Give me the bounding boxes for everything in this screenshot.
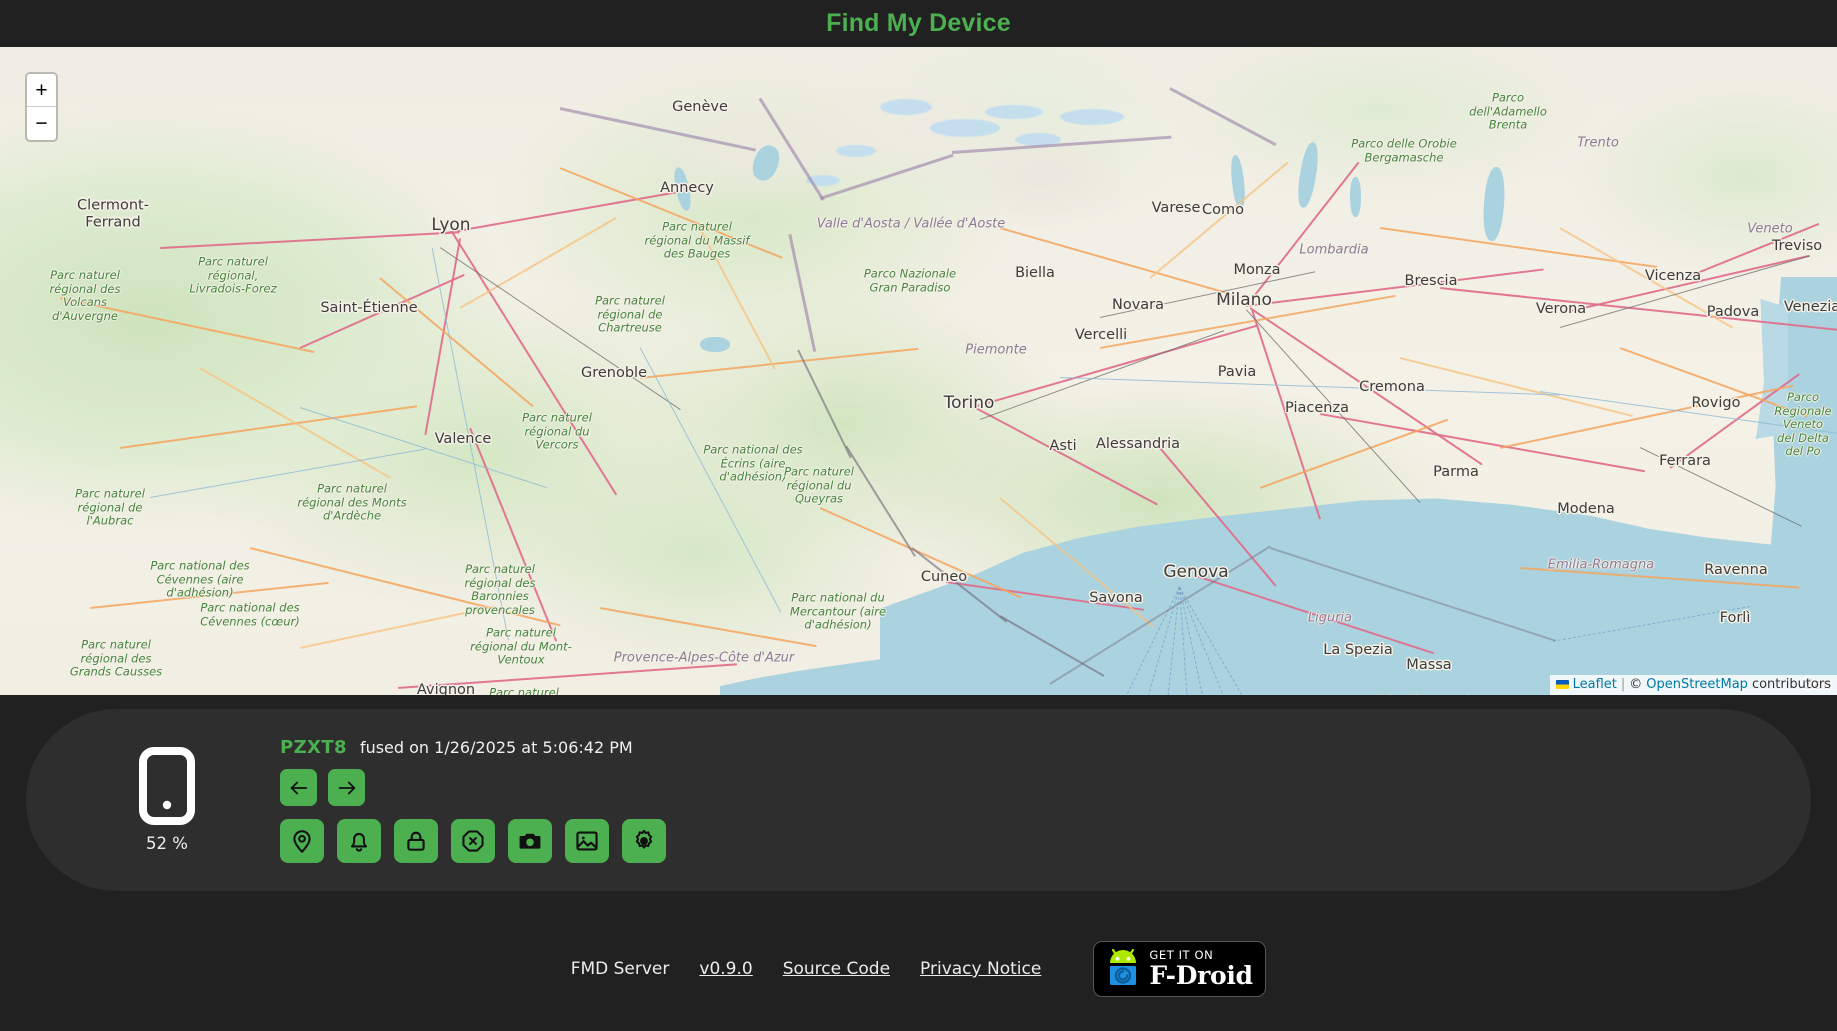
privacy-notice-link[interactable]: Privacy Notice (920, 959, 1041, 979)
bell-icon (346, 828, 372, 854)
camera-button[interactable] (508, 819, 552, 863)
octagon-x-icon (460, 828, 486, 854)
map-alpine-terrain (600, 47, 1120, 277)
fdroid-text: GET IT ON F-Droid (1149, 947, 1253, 991)
wipe-button[interactable] (451, 819, 495, 863)
map-tiles[interactable]: Clermont- Ferrand Lyon Annecy Genève Saint-Ét… (0, 47, 1837, 695)
zoom-out-button[interactable]: − (27, 107, 56, 140)
device-action-row (280, 819, 666, 863)
settings-button[interactable] (622, 819, 666, 863)
arrow-right-icon (336, 777, 358, 799)
map-zoom-control[interactable]: + − (25, 72, 58, 142)
map-lake (700, 337, 730, 352)
locate-button[interactable] (280, 819, 324, 863)
leaflet-link[interactable]: Leaflet (1573, 677, 1617, 692)
device-summary: 52 % (54, 747, 280, 853)
ukraine-flag-icon (1555, 680, 1569, 689)
map-attribution: Leaflet | © OpenStreetMap contributors (1549, 675, 1837, 695)
server-name-label: FMD Server (570, 959, 670, 979)
zoom-in-button[interactable]: + (27, 74, 56, 107)
battery-percentage: 52 % (146, 834, 188, 853)
location-pin-icon (289, 828, 315, 854)
app-header: Find My Device (0, 0, 1837, 47)
page-title: Find My Device (826, 9, 1011, 37)
image-icon (574, 828, 600, 854)
map-glacier (880, 99, 932, 115)
map-glacier (930, 119, 1000, 137)
contributors-label: contributors (1751, 677, 1831, 692)
device-card: 52 % PZXT8 fused on 1/26/2025 at 5:06:42… (26, 709, 1811, 891)
device-id: PZXT8 (280, 737, 347, 758)
location-nav-row (280, 769, 666, 806)
device-headline: PZXT8 fused on 1/26/2025 at 5:06:42 PM (280, 737, 666, 758)
version-link[interactable]: v0.9.0 (699, 959, 752, 979)
attribution-separator: | (1620, 677, 1626, 692)
openstreetmap-link[interactable]: OpenStreetMap (1646, 677, 1748, 692)
source-code-link[interactable]: Source Code (783, 959, 890, 979)
app-footer: FMD Server v0.9.0 Source Code Privacy No… (0, 921, 1837, 1017)
map-glacier (985, 105, 1043, 119)
fdroid-get-it-on-label: GET IT ON (1149, 947, 1214, 962)
map-glacier (1060, 109, 1124, 125)
lock-icon (403, 828, 429, 854)
pictures-button[interactable] (565, 819, 609, 863)
map-glacier (836, 145, 876, 157)
camera-icon (517, 828, 543, 854)
map-container[interactable]: Clermont- Ferrand Lyon Annecy Genève Saint-Ét… (0, 47, 1837, 695)
lock-button[interactable] (394, 819, 438, 863)
ring-button[interactable] (337, 819, 381, 863)
fdroid-logo-icon (1106, 947, 1140, 992)
copyright-symbol: © (1629, 677, 1643, 692)
fdroid-name-label: F-Droid (1149, 961, 1253, 991)
next-location-button[interactable] (328, 769, 365, 806)
device-timestamp: fused on 1/26/2025 at 5:06:42 PM (359, 738, 633, 757)
arrow-left-icon (288, 777, 310, 799)
phone-icon (139, 747, 195, 825)
gear-icon (631, 828, 657, 854)
device-panel-wrapper: 52 % PZXT8 fused on 1/26/2025 at 5:06:42… (0, 695, 1837, 891)
fdroid-badge[interactable]: GET IT ON F-Droid (1093, 941, 1267, 997)
previous-location-button[interactable] (280, 769, 317, 806)
map-lake (1350, 177, 1361, 217)
device-details: PZXT8 fused on 1/26/2025 at 5:06:42 PM (280, 737, 666, 863)
